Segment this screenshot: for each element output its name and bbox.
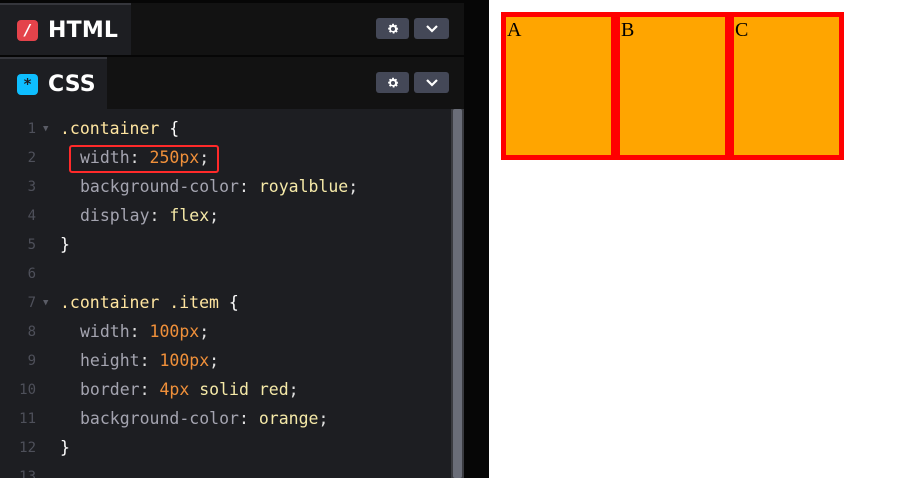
css-value: flex — [169, 206, 210, 225]
css-property: border — [80, 380, 140, 399]
line-number: 3 — [27, 178, 36, 195]
open-brace: { — [159, 119, 180, 138]
semicolon: ; — [209, 206, 220, 225]
flex-item-c: C — [729, 12, 844, 160]
chevron-down-icon — [425, 78, 439, 88]
code-line-2: 2 width: 250px; — [0, 143, 450, 172]
line-number: 10 — [19, 381, 36, 398]
code-line-13: 13 — [0, 462, 450, 478]
html-slash-icon: / — [17, 19, 38, 41]
close-brace: } — [60, 235, 70, 254]
html-pane-header: / HTML — [0, 3, 464, 55]
css-property: background-color — [80, 409, 239, 428]
line-number: 11 — [19, 410, 36, 427]
line-number: 5 — [27, 236, 36, 253]
flex-item-b: B — [615, 12, 730, 160]
line-number: 7 — [27, 294, 36, 311]
code-line-4: 4 display: flex; — [0, 201, 450, 230]
close-brace: } — [60, 438, 70, 457]
css-property: width — [80, 322, 130, 341]
html-pane-title: HTML — [48, 17, 119, 43]
css-pane-tab[interactable]: * CSS — [0, 57, 107, 109]
css-value-keywords: solid red — [189, 380, 289, 399]
css-value-number: 4px — [159, 380, 190, 399]
preview-pane: A B C — [489, 0, 911, 478]
css-value: 100px — [149, 322, 200, 341]
css-selector: .container — [60, 119, 160, 138]
colon: : — [129, 322, 150, 341]
line-number: 13 — [19, 468, 36, 478]
code-line-6: 6 — [0, 259, 450, 288]
html-settings-button[interactable] — [376, 18, 409, 39]
code-line-1: 1 ▼ .container { — [0, 114, 450, 143]
css-pane-header: * CSS — [0, 57, 464, 109]
css-settings-button[interactable] — [376, 72, 409, 93]
line-number: 8 — [27, 323, 36, 340]
code-line-9: 9 height: 100px; — [0, 346, 450, 375]
fold-arrow-icon[interactable]: ▼ — [36, 124, 60, 134]
editor-column: / HTML * CSS 1 ▼ .container {2 width: … — [0, 0, 489, 478]
flex-container: A B C — [501, 12, 844, 160]
colon: : — [139, 351, 160, 370]
line-number: 6 — [27, 265, 36, 282]
css-asterisk-icon: * — [17, 73, 38, 95]
colon: : — [238, 409, 259, 428]
code-line-11: 11 background-color: orange; — [0, 404, 450, 433]
line-number: 2 — [27, 149, 36, 166]
code-line-12: 12 } — [0, 433, 450, 462]
line-number: 4 — [27, 207, 36, 224]
chevron-down-icon — [425, 24, 439, 34]
semicolon: ; — [209, 351, 220, 370]
semicolon: ; — [288, 380, 299, 399]
colon: : — [238, 177, 259, 196]
semicolon: ; — [199, 322, 210, 341]
gear-icon — [386, 22, 400, 36]
gear-icon — [386, 76, 400, 90]
colon: : — [139, 380, 160, 399]
flex-item-a: A — [501, 12, 616, 160]
code-line-10: 10 border: 4px solid red; — [0, 375, 450, 404]
html-menu-button[interactable] — [414, 18, 449, 39]
css-value: royalblue — [258, 177, 349, 196]
line-number: 9 — [27, 352, 36, 369]
css-menu-button[interactable] — [414, 72, 449, 93]
line-number: 12 — [19, 439, 36, 456]
scrollbar-thumb[interactable] — [453, 109, 462, 478]
code-line-3: 3 background-color: royalblue; — [0, 172, 450, 201]
css-property: height — [80, 351, 140, 370]
css-property: background-color — [80, 177, 239, 196]
semicolon: ; — [318, 409, 329, 428]
html-pane-tab[interactable]: / HTML — [0, 3, 131, 55]
css-pane-title: CSS — [48, 71, 96, 97]
line-number: 1 — [27, 120, 36, 137]
code-line-5: 5 } — [0, 230, 450, 259]
open-brace: { — [218, 293, 239, 312]
highlight-annotation-box — [69, 145, 219, 173]
css-value: orange — [258, 409, 319, 428]
css-code-editor[interactable]: 1 ▼ .container { 2 width: 250px; 3 backg… — [0, 109, 464, 478]
colon: : — [149, 206, 170, 225]
vertical-scrollbar[interactable] — [451, 109, 464, 478]
semicolon: ; — [348, 177, 359, 196]
css-selector: .container .item — [60, 293, 219, 312]
fold-arrow-icon[interactable]: ▼ — [36, 298, 60, 308]
css-property: display — [80, 206, 150, 225]
code-line-8: 8 width: 100px; — [0, 317, 450, 346]
css-value: 100px — [159, 351, 210, 370]
code-line-7: 7 ▼ .container .item { — [0, 288, 450, 317]
